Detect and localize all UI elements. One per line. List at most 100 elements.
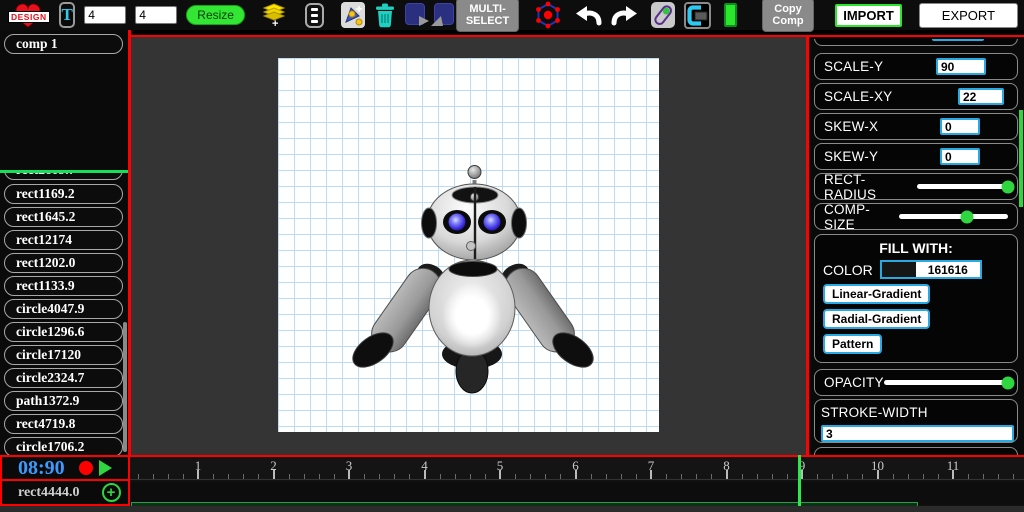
ruler-number: 3 bbox=[345, 458, 353, 473]
top-toolbar: DESIGN T Resize + bbox=[0, 0, 1024, 32]
ruler-number: 7 bbox=[647, 458, 655, 473]
stroke-width-label: STROKE-WIDTH bbox=[821, 405, 928, 420]
record-button[interactable] bbox=[78, 461, 93, 475]
radial-gradient-button[interactable]: Radial-Gradient bbox=[823, 309, 931, 329]
composition-tab[interactable]: comp 1 bbox=[4, 34, 123, 54]
layers-add-icon[interactable]: + bbox=[262, 2, 286, 28]
robot-artwork[interactable] bbox=[313, 158, 623, 408]
eraser-icon[interactable] bbox=[650, 2, 675, 28]
menu-icon[interactable] bbox=[304, 2, 325, 28]
clip-mask-icon[interactable] bbox=[683, 1, 711, 29]
layer-item[interactable]: circle2324.7 bbox=[4, 368, 123, 388]
design-logo: DESIGN bbox=[6, 1, 50, 29]
property-row-rect-radius: RECT-RADIUS bbox=[814, 172, 1018, 202]
layer-item[interactable]: rect1645.2 bbox=[4, 207, 123, 227]
layer-item[interactable]: rect1133.9 bbox=[4, 276, 123, 296]
width-input[interactable] bbox=[84, 6, 127, 24]
ruler-minor-tick bbox=[907, 474, 909, 479]
multi-select-button[interactable]: MULTI-SELECT bbox=[456, 0, 519, 32]
scale-y-input[interactable] bbox=[936, 58, 986, 75]
svg-text:+: + bbox=[272, 18, 278, 28]
pattern-button[interactable]: Pattern bbox=[823, 334, 883, 354]
export-button[interactable]: EXPORT bbox=[918, 2, 1019, 28]
ruler-minor-tick bbox=[605, 474, 607, 479]
property-row-stroke-width: STROKE-WIDTH bbox=[814, 399, 1018, 443]
layer-item[interactable]: circle17120 bbox=[4, 345, 123, 365]
ruler-minor-tick bbox=[681, 474, 683, 479]
paste-back-icon[interactable] bbox=[429, 2, 454, 28]
ruler-minor-tick bbox=[484, 474, 486, 479]
ruler-minor-tick bbox=[983, 474, 985, 479]
skew-y-input[interactable] bbox=[940, 148, 980, 165]
trash-icon[interactable] bbox=[374, 2, 396, 28]
paste-forward-icon[interactable] bbox=[405, 2, 430, 28]
linear-gradient-button[interactable]: Linear-Gradient bbox=[823, 284, 931, 304]
layer-item[interactable]: rect12174 bbox=[4, 230, 123, 250]
partially-hidden-layer-item[interactable]: rect2609.7 bbox=[0, 173, 130, 181]
workspace bbox=[130, 35, 808, 455]
robot-neck bbox=[448, 261, 498, 277]
scale-xy-input[interactable] bbox=[958, 88, 1004, 105]
robot-belly bbox=[442, 283, 502, 349]
comp-size-slider[interactable] bbox=[898, 210, 1008, 223]
props-scrollbar[interactable] bbox=[1019, 110, 1023, 207]
layer-item[interactable]: circle4047.9 bbox=[4, 299, 123, 319]
rect-radius-slider[interactable] bbox=[916, 180, 1015, 193]
ruler-minor-tick bbox=[379, 474, 381, 479]
layer-list: rect1169.2 rect1645.2 rect12174 rect1202.0 r… bbox=[0, 181, 130, 457]
layer-item[interactable]: rect1202.0 bbox=[4, 253, 123, 273]
ruler-minor-tick bbox=[696, 474, 698, 479]
design-canvas[interactable] bbox=[277, 57, 660, 433]
ruler-minor-tick bbox=[937, 474, 939, 479]
timeline-bottom-strip bbox=[0, 506, 1024, 512]
import-button[interactable]: IMPORT bbox=[835, 3, 902, 27]
opacity-slider[interactable] bbox=[883, 376, 1015, 389]
ruler-minor-tick bbox=[318, 474, 320, 479]
ruler-minor-tick bbox=[1013, 474, 1015, 479]
ruler-minor-tick bbox=[469, 474, 471, 479]
workspace-top-line bbox=[130, 35, 1024, 37]
fill-color-label: COLOR bbox=[823, 261, 873, 278]
stroke-width-input[interactable] bbox=[821, 425, 1014, 442]
ruler-minor-tick bbox=[968, 474, 970, 479]
ruler-minor-tick bbox=[394, 474, 396, 479]
height-input[interactable] bbox=[135, 6, 178, 24]
ruler-minor-tick bbox=[454, 474, 456, 479]
pen-magic-icon[interactable] bbox=[341, 2, 366, 28]
add-keyframe-button[interactable]: + bbox=[101, 483, 121, 502]
ruler-minor-tick bbox=[333, 474, 335, 479]
ruler-minor-tick bbox=[228, 474, 230, 479]
layer-item[interactable]: circle1296.6 bbox=[4, 322, 123, 342]
play-button[interactable] bbox=[98, 460, 112, 476]
ruler-minor-tick bbox=[439, 474, 441, 479]
ruler-minor-tick bbox=[545, 474, 547, 479]
timeline-ruler[interactable]: 1 2 3 4 5 6 7 8 9 10 11 bbox=[130, 455, 1024, 480]
fill-rect-icon[interactable] bbox=[723, 3, 737, 27]
layer-item[interactable]: path1372.9 bbox=[4, 391, 123, 411]
property-row-opacity: OPACITY bbox=[814, 369, 1018, 396]
robot-right-ear bbox=[511, 207, 527, 239]
ruler-number: 11 bbox=[946, 458, 960, 473]
undo-icon[interactable] bbox=[575, 4, 602, 26]
copy-comp-button[interactable]: Copy Comp bbox=[761, 0, 815, 32]
sidebar-scrollbar[interactable] bbox=[123, 322, 127, 452]
node-graph-icon[interactable] bbox=[534, 1, 562, 29]
selection-divider bbox=[0, 170, 128, 173]
ruler-minor-tick bbox=[635, 474, 637, 479]
layer-item[interactable]: circle1706.2 bbox=[4, 437, 123, 457]
layer-item[interactable]: rect1169.2 bbox=[4, 184, 123, 204]
ruler-minor-tick bbox=[862, 474, 864, 479]
layer-item[interactable]: rect4719.8 bbox=[4, 414, 123, 434]
fill-color-input[interactable]: 161616 bbox=[879, 260, 982, 279]
track-label: rect4444.0 bbox=[18, 484, 80, 500]
fill-heading: FILL WITH: bbox=[879, 240, 953, 256]
ruler-minor-tick bbox=[998, 474, 1000, 479]
property-row-scale-y: SCALE-Y bbox=[814, 53, 1018, 80]
resize-button[interactable]: Resize bbox=[186, 5, 245, 25]
redo-icon[interactable] bbox=[611, 4, 638, 26]
stroke-section: STROKE-WITH: COLOR 1B1B1B bbox=[814, 447, 1018, 455]
playhead[interactable] bbox=[798, 455, 802, 506]
text-tool-button[interactable]: T bbox=[59, 2, 76, 28]
skew-x-input[interactable] bbox=[940, 118, 980, 135]
props-divider-line bbox=[806, 35, 809, 455]
